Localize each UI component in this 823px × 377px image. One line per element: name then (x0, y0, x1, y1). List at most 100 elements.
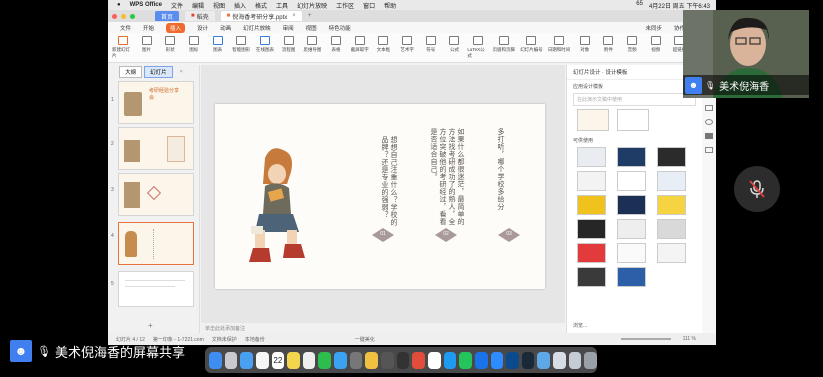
new-tab-button[interactable]: + (308, 13, 312, 19)
template-thumb[interactable] (657, 219, 686, 239)
calendar-icon[interactable]: 22 (271, 351, 285, 369)
tab-template[interactable]: ■ 稻壳 (185, 11, 215, 21)
screenshot-button[interactable]: 截屏取字 (349, 36, 371, 53)
finder-icon[interactable] (209, 351, 222, 369)
app-icon[interactable] (553, 351, 566, 369)
tab-animation[interactable]: 动画 (220, 24, 231, 32)
tab-view[interactable]: 视图 (306, 24, 317, 32)
launchpad-icon[interactable] (224, 351, 238, 369)
app-icon[interactable] (381, 351, 394, 369)
backup-status[interactable]: 本地备份 (245, 336, 265, 343)
symbol-button[interactable]: 符号 (420, 36, 442, 53)
beautify-button[interactable]: 一键美化 (355, 336, 375, 343)
slide-thumbnail-4[interactable] (118, 222, 194, 265)
header-footer-button[interactable]: 页眉和页脚 (491, 36, 517, 53)
photos-icon[interactable] (255, 351, 269, 369)
reminders-icon[interactable] (302, 351, 316, 369)
template-thumb[interactable] (617, 219, 646, 239)
tab-start[interactable]: 开始 (143, 24, 154, 32)
textbox-button[interactable]: 文本框 (373, 36, 395, 53)
animation-icon[interactable] (705, 119, 713, 125)
slide-label-01[interactable]: 01 (372, 228, 394, 242)
slide-thumbnail-1[interactable]: 考研经验分享会 (118, 81, 194, 124)
clock[interactable]: 4月22日 周五 下午6:43 (649, 1, 710, 10)
menu-help[interactable]: 帮助 (384, 1, 396, 10)
table-button[interactable]: 表格 (325, 36, 347, 53)
formula-button[interactable]: 公式 (444, 36, 466, 53)
slide-text-col1[interactable]: 多打听，哪个学校多给分 (496, 128, 505, 212)
app-icon[interactable] (443, 351, 457, 369)
blank-template-thumb[interactable] (617, 109, 649, 131)
template-thumb[interactable] (577, 243, 606, 263)
smartart-button[interactable]: 智能图形 (230, 36, 252, 53)
template-thumb[interactable] (617, 171, 646, 191)
notes-icon[interactable] (287, 351, 300, 369)
flowchart-button[interactable]: 流程图 (278, 36, 300, 53)
template-thumb[interactable] (617, 195, 646, 215)
slide-label-02[interactable]: 02 (435, 228, 457, 242)
layout-icon[interactable] (705, 105, 713, 111)
slide-label-03[interactable]: 03 (498, 228, 520, 242)
menu-slideshow[interactable]: 幻灯片放映 (297, 1, 327, 10)
tab-slideshow[interactable]: 幻灯片放映 (243, 24, 271, 32)
template-thumb[interactable] (657, 243, 686, 263)
tab-review[interactable]: 审阅 (283, 24, 294, 32)
slide-thumbnail-3[interactable] (118, 173, 194, 216)
minimize-window-button[interactable] (121, 13, 126, 19)
slide-thumbnail-5[interactable] (118, 271, 194, 307)
steam-icon[interactable] (521, 351, 535, 369)
chart-button[interactable]: 图表 (207, 36, 229, 53)
appstore-icon[interactable] (334, 351, 347, 369)
zoom-window-button[interactable] (130, 13, 135, 19)
template-thumb[interactable] (617, 147, 646, 167)
template-thumb[interactable] (657, 195, 686, 215)
tab-design[interactable]: 设计 (197, 24, 208, 32)
tab-document[interactable]: ■ 倪海香考研分享.pptx × (220, 11, 302, 21)
template-thumb[interactable] (577, 171, 606, 191)
app-menu[interactable]: WPS Office (130, 2, 162, 8)
wps-icon[interactable] (412, 351, 425, 369)
property-icon[interactable] (705, 147, 713, 153)
template-thumb[interactable] (577, 219, 606, 239)
add-slide-button[interactable]: + (148, 321, 153, 330)
app-icon[interactable] (474, 351, 488, 369)
app-icon[interactable] (459, 351, 472, 369)
close-pane-icon[interactable]: × (175, 68, 188, 76)
slide-text-col3[interactable]: 想想自己注重什么？学校的品牌？还是专业的强弱？ (370, 136, 398, 226)
menu-file[interactable]: 文件 (171, 1, 183, 10)
app-icon[interactable] (365, 351, 379, 369)
slide-number-button[interactable]: 幻灯片编号 (519, 36, 545, 53)
shape-button[interactable]: 形状 (159, 36, 181, 53)
template-search-input[interactable]: 在此演示文稿中使用 (573, 93, 696, 106)
template-thumb[interactable] (617, 243, 646, 263)
file-menu-button[interactable]: 文件 (120, 24, 131, 32)
design-icon[interactable] (705, 133, 713, 139)
tab-slides[interactable]: 幻灯片 (144, 66, 173, 78)
date-time-button[interactable]: 日期和时间 (546, 36, 572, 53)
app-icon[interactable] (506, 351, 519, 369)
slide-thumbnail-2[interactable] (118, 127, 194, 170)
zoom-slider[interactable] (620, 338, 671, 340)
menu-format[interactable]: 格式 (255, 1, 267, 10)
template-thumb[interactable] (657, 147, 686, 167)
picture-button[interactable]: 图片 (136, 36, 158, 53)
browse-button[interactable]: 浏览... (573, 322, 587, 329)
menu-workspace[interactable]: 工作区 (336, 1, 354, 10)
mute-button[interactable] (734, 166, 780, 212)
sync-status[interactable]: 未同步 (645, 24, 662, 32)
menu-insert[interactable]: 插入 (234, 1, 246, 10)
new-slide-button[interactable]: 新建幻灯片 (112, 36, 134, 59)
audio-button[interactable]: 音频 (621, 36, 643, 53)
menu-edit[interactable]: 编辑 (192, 1, 204, 10)
trash-icon[interactable] (584, 351, 598, 369)
menu-tools[interactable]: 工具 (276, 1, 288, 10)
template-thumb[interactable] (577, 267, 606, 287)
template-thumb[interactable] (577, 195, 606, 215)
close-tab-icon[interactable]: × (292, 13, 296, 19)
template-thumb[interactable] (577, 147, 606, 167)
video-button[interactable]: 视频 (645, 36, 667, 53)
tab-features[interactable]: 特色功能 (329, 24, 351, 32)
apple-icon[interactable]: ● (117, 2, 121, 8)
folder-icon[interactable] (537, 351, 551, 369)
safari-icon[interactable] (240, 351, 253, 369)
